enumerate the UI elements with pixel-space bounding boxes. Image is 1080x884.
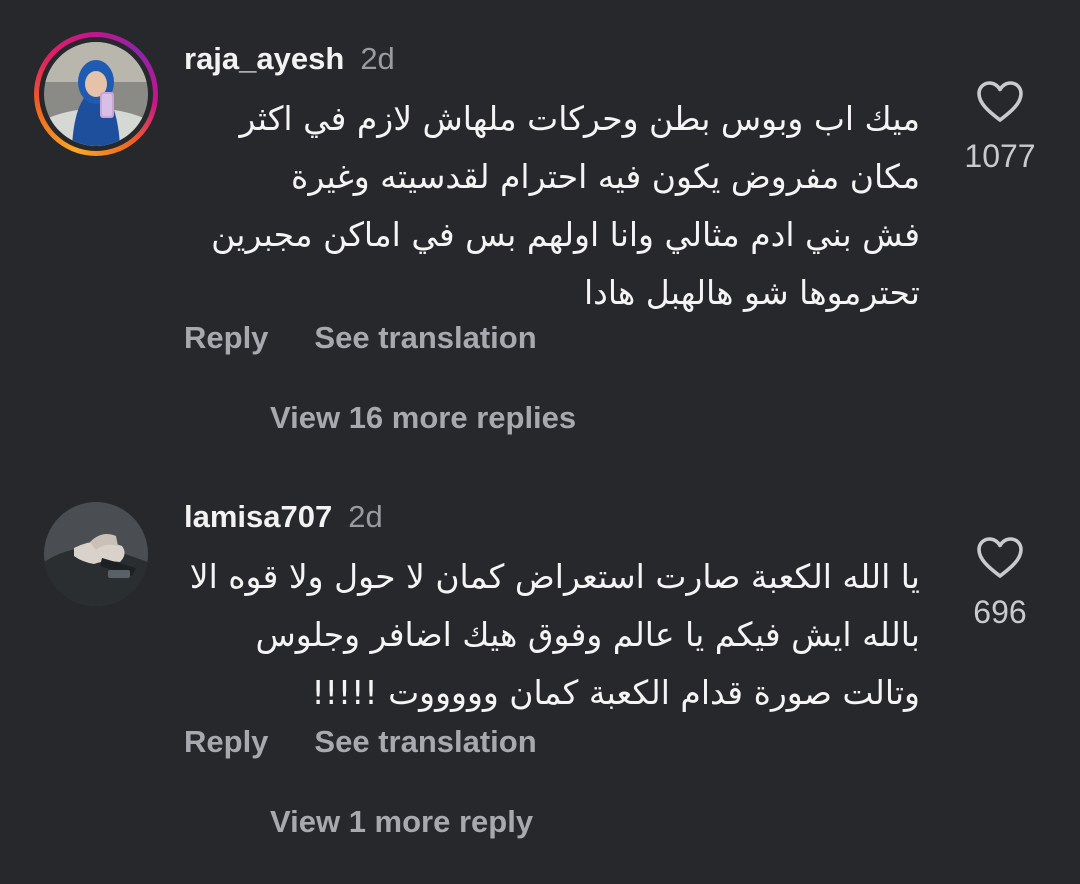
view-replies-button[interactable]: View 1 more reply: [270, 802, 533, 842]
comment-timestamp: 2d: [348, 499, 383, 534]
comment-text-line: يا الله الكعبة صارت استعراض كمان لا حول …: [189, 557, 920, 596]
like-section: 1077: [940, 80, 1060, 176]
comment-text-line: تحترموها شو هالهبل هادا: [584, 273, 920, 312]
comment-text-line: فش بني ادم مثالي وانا اولهم بس في اماكن …: [211, 215, 920, 254]
reply-button[interactable]: Reply: [184, 724, 268, 759]
view-replies-button[interactable]: View 16 more replies: [270, 398, 576, 438]
reply-button[interactable]: Reply: [184, 320, 268, 355]
comment-text-line: وتالت صورة قدام الكعبة كمان وووووت !!!!!: [311, 673, 920, 712]
like-count: 1077: [964, 138, 1036, 174]
see-translation-button[interactable]: See translation: [314, 724, 536, 759]
heart-outline-icon[interactable]: [976, 536, 1024, 580]
like-section: 696: [940, 536, 1060, 632]
comment-item: lamisa707 2d يا الله الكعبة صارت استعراض …: [0, 470, 1080, 884]
comment-text: يا الله الكعبة صارت استعراض كمان لا حول …: [184, 548, 920, 722]
comment-actions: Reply See translation: [184, 722, 537, 762]
username-link[interactable]: raja_ayesh: [184, 41, 344, 76]
comment-meta: raja_ayesh 2d: [184, 40, 395, 78]
comment-text: ميك اب وبوس بطن وحركات ملهاش لازم في اكث…: [184, 90, 920, 322]
avatar[interactable]: [44, 42, 148, 146]
comment-meta: lamisa707 2d: [184, 498, 383, 536]
avatar[interactable]: [44, 502, 148, 606]
see-translation-button[interactable]: See translation: [314, 320, 536, 355]
comment-timestamp: 2d: [360, 41, 395, 76]
avatar-story-ring[interactable]: [34, 32, 158, 156]
username-link[interactable]: lamisa707: [184, 499, 332, 534]
comment-text-line: بالله ايش فيكم يا عالم وفوق هيك اضافر وج…: [255, 615, 920, 654]
heart-outline-icon[interactable]: [976, 80, 1024, 124]
comment-text-line: مكان مفروض يكون فيه احترام لقدسيته وغيرة: [291, 157, 920, 196]
like-count: 696: [973, 594, 1027, 630]
comment-actions: Reply See translation: [184, 318, 537, 358]
comment-item: raja_ayesh 2d ميك اب وبوس بطن وحركات ملها…: [0, 0, 1080, 470]
comment-text-line: ميك اب وبوس بطن وحركات ملهاش لازم في اكث…: [239, 99, 920, 138]
